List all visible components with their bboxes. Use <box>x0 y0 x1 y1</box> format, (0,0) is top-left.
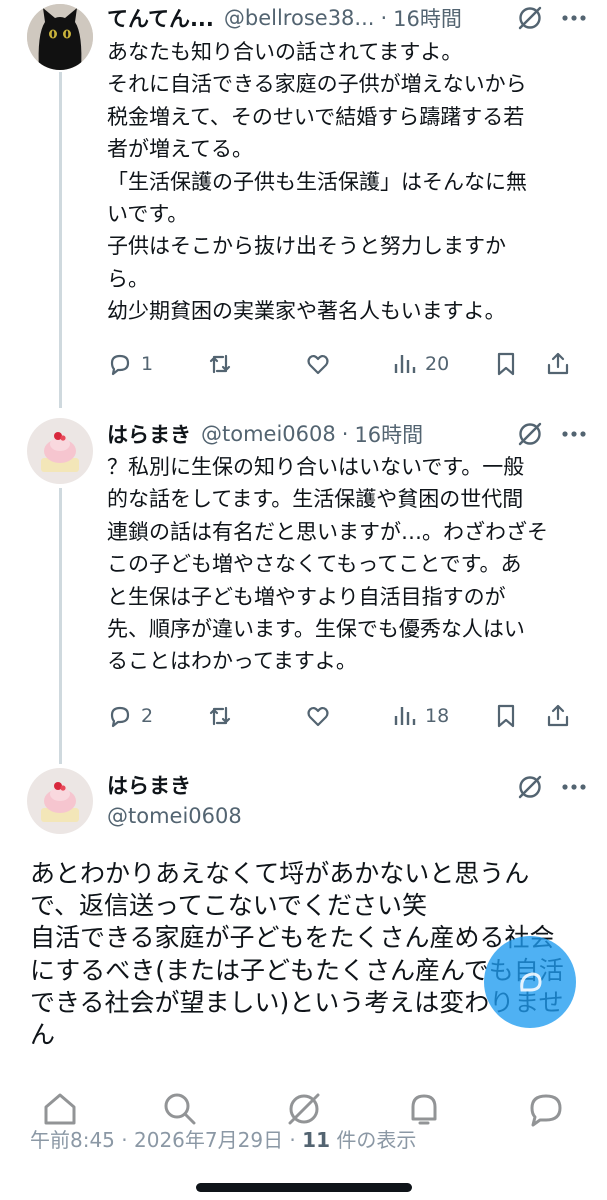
tweet-header: てんてん... @bellrose38... · 16時間 <box>107 1 589 35</box>
avatar[interactable] <box>27 768 93 834</box>
timestamp[interactable]: 16時間 <box>393 3 462 33</box>
nav-messages[interactable] <box>524 1087 568 1131</box>
grok-icon[interactable] <box>515 772 545 802</box>
retweet-icon <box>209 706 231 726</box>
reply-button[interactable]: 2 <box>107 703 207 729</box>
text-line: 先、順序が違います。生保でも優秀な人はい <box>107 617 525 642</box>
tweet-header-actions <box>400 770 589 804</box>
action-bar: 1 20 <box>107 347 579 381</box>
like-button[interactable] <box>305 351 391 377</box>
bookmark-icon <box>497 352 515 376</box>
search-icon <box>164 1093 196 1125</box>
text-line: ？私別に生保の知り合いはいないです。一般 <box>107 455 525 479</box>
handle[interactable]: @tomei0608 <box>201 422 336 446</box>
tweet[interactable]: はらまき @tomei0608 · 16時間 ？私別に生保の知り合いはいないです… <box>0 410 607 760</box>
bookmark-button[interactable] <box>493 351 545 377</box>
post-date: 2026年7月29日 <box>134 1128 284 1152</box>
avatar[interactable] <box>27 4 93 70</box>
avatar[interactable] <box>27 418 93 484</box>
compose-button[interactable] <box>484 936 576 1028</box>
views-button[interactable]: 18 <box>391 703 493 729</box>
text-line: 的な話をしてます。生活保護や貧困の世代間 <box>107 487 524 512</box>
text-line: ることはわかってますよ。 <box>107 649 357 674</box>
text-line: あなたも知り合いの話されてますよ。 <box>107 40 463 64</box>
display-name[interactable]: はらまき <box>107 419 191 449</box>
more-icon[interactable] <box>559 3 589 33</box>
retweet-button[interactable] <box>207 703 305 729</box>
tweet-text: ？私別に生保の知り合いはいないです。一般 的な話をしてます。生活保護や貧困の世代… <box>107 451 577 678</box>
text-line: それに自活できる家庭の子供が増えないから <box>107 72 527 97</box>
text-line: いです。 <box>107 202 189 227</box>
views-icon <box>394 707 416 725</box>
text-line: 「生活保護の子供も生活保護」はそんなに無 <box>107 169 527 194</box>
like-icon <box>307 354 329 375</box>
views-icon <box>394 355 416 373</box>
like-button[interactable] <box>305 703 391 729</box>
reply-icon <box>110 354 130 376</box>
text-line: この子ども増やさなくてもってことです。あ <box>107 552 522 577</box>
share-button[interactable] <box>545 703 571 729</box>
share-button[interactable] <box>545 351 571 377</box>
tweet-meta: 午前8:45 · 2026年7月29日 · 11 件の表示 <box>30 1124 416 1153</box>
timestamp[interactable]: 16時間 <box>354 419 423 449</box>
main-tweet: はらまき @tomei0608 あとわかりあえなくて埒があかないと思うん で、返… <box>0 760 607 1080</box>
messages-icon <box>530 1094 562 1127</box>
post-time: 午前8:45 <box>30 1128 115 1152</box>
share-icon <box>547 352 569 375</box>
bookmark-icon <box>497 704 515 728</box>
views-count: 11 <box>302 1128 330 1152</box>
handle[interactable]: @tomei0608 <box>107 804 242 828</box>
retweet-button[interactable] <box>207 351 305 377</box>
separator: · <box>341 422 349 446</box>
compose-icon <box>520 972 542 992</box>
views-count: 20 <box>425 353 450 375</box>
text-line: 税金増えて、そのせいで結婚すら躊躇する若 <box>107 104 525 129</box>
text-line: 子供はそこから抜け出そうと努力しますか <box>107 234 506 259</box>
text-line: あとわかりあえなくて埒があかないと思うん <box>30 859 530 888</box>
action-bar: 2 18 <box>107 699 579 733</box>
more-icon[interactable] <box>559 772 589 802</box>
reply-count: 2 <box>141 705 154 727</box>
views-label: 件の表示 <box>330 1128 417 1152</box>
tweet-header: はらまき @tomei0608 · 16時間 <box>107 417 589 451</box>
separator: · <box>114 1128 134 1152</box>
grok-icon <box>288 1093 320 1125</box>
bookmark-button[interactable] <box>493 703 545 729</box>
tweet[interactable]: てんてん... @bellrose38... · 16時間 あなたも知り合いの話… <box>0 0 607 410</box>
separator: · <box>380 6 388 30</box>
retweet-icon <box>209 354 231 374</box>
text-line: 幼少期貧困の実業家や著名人もいますよ。 <box>107 299 506 324</box>
text-line: 者が増えてる。 <box>107 137 253 162</box>
reply-count: 1 <box>141 353 154 375</box>
text-line: ん <box>30 1020 56 1050</box>
home-icon <box>44 1093 76 1125</box>
text-line: と生保は子ども増やすより自活目指すのが <box>107 584 506 609</box>
like-icon <box>307 706 329 727</box>
reply-button[interactable]: 1 <box>107 351 207 377</box>
display-name[interactable]: てんてん... <box>107 3 214 33</box>
views-button[interactable]: 20 <box>391 351 493 377</box>
home-indicator[interactable] <box>196 1183 412 1192</box>
reply-icon <box>110 706 130 728</box>
more-icon[interactable] <box>559 419 589 449</box>
notifications-icon <box>411 1094 437 1125</box>
text-line: 連鎖の話は有名だと思いますが…。わざわざそ <box>107 519 548 544</box>
views-count: 18 <box>425 705 450 727</box>
display-name[interactable]: はらまき <box>107 770 191 800</box>
share-icon <box>547 704 569 727</box>
tweet-text: あなたも知り合いの話されてますよ。 それに自活できる家庭の子供が増えないから 税… <box>107 36 577 328</box>
text-line: で、返信送ってこないでください笑 <box>30 891 428 921</box>
grok-icon[interactable] <box>515 419 545 449</box>
handle[interactable]: @bellrose38... <box>224 6 375 30</box>
separator: · <box>283 1128 303 1152</box>
text-line: ら。 <box>107 266 149 291</box>
grok-icon[interactable] <box>515 3 545 33</box>
